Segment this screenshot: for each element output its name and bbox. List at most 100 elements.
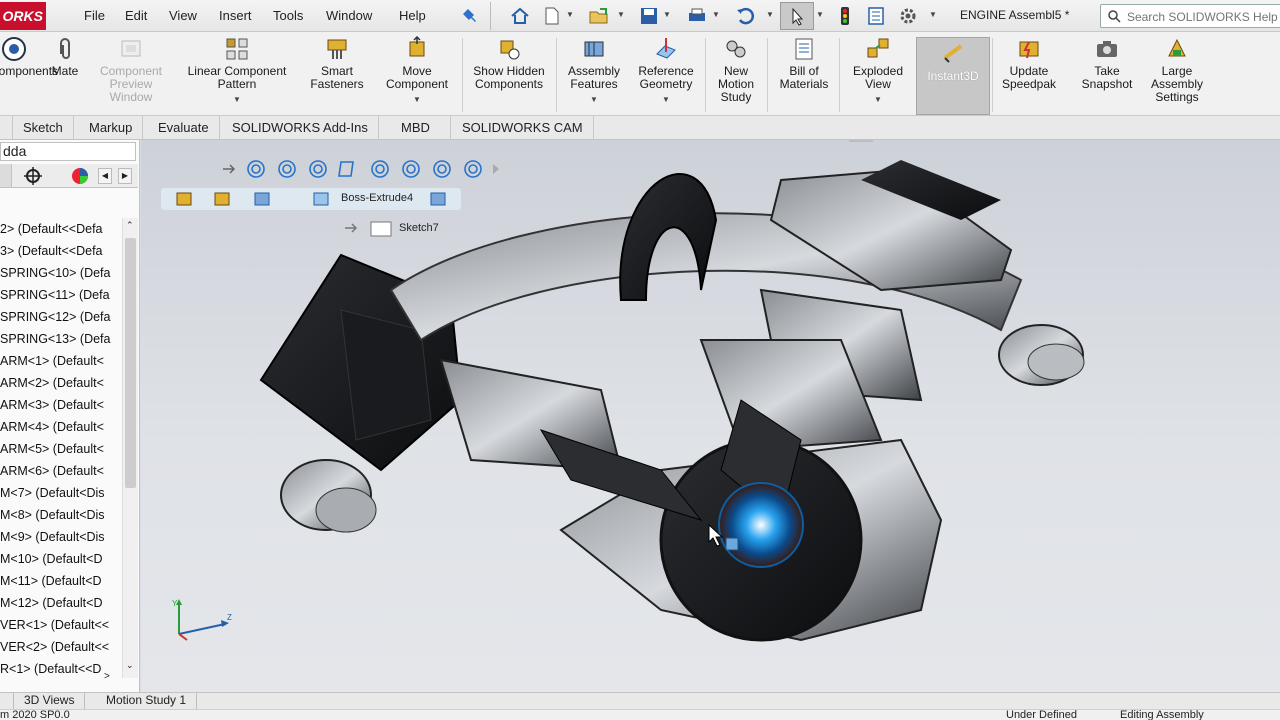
tree-item[interactable]: VER<2> (Default<< bbox=[0, 636, 122, 658]
tree-item[interactable]: ARM<6> (Default< bbox=[0, 460, 122, 482]
tab-model[interactable] bbox=[0, 693, 14, 709]
new-motion-study-button[interactable]: New Motion Study bbox=[708, 36, 764, 104]
chevron-up-icon[interactable]: ⌃ bbox=[126, 220, 134, 231]
tree-filter-input[interactable]: dda bbox=[0, 142, 136, 161]
component-preview-window-button[interactable]: Component Preview Window bbox=[92, 36, 170, 104]
tree-item[interactable]: M<7> (Default<Dis bbox=[0, 482, 122, 504]
smart-fasteners-button[interactable]: Smart Fasteners bbox=[310, 36, 364, 91]
expand-arrow-icon[interactable]: > bbox=[104, 671, 110, 682]
fastener-icon bbox=[327, 39, 347, 59]
rebuild-icon[interactable] bbox=[834, 5, 856, 27]
tree-item[interactable]: ARM<2> (Default< bbox=[0, 372, 122, 394]
appearance-icon[interactable] bbox=[70, 166, 90, 186]
tree-item[interactable]: ARM<5> (Default< bbox=[0, 438, 122, 460]
engine-assembly-model[interactable] bbox=[141, 140, 1280, 692]
cursor-icon bbox=[792, 7, 804, 26]
tree-item[interactable]: M<11> (Default<D bbox=[0, 570, 122, 592]
chevron-down-icon[interactable]: ▼ bbox=[631, 93, 701, 106]
exploded-view-button[interactable]: Exploded View ▼ bbox=[843, 36, 913, 106]
menu-edit[interactable]: Edit bbox=[125, 8, 147, 23]
tree-scrollbar[interactable]: ⌃ ⌄ bbox=[122, 218, 138, 678]
graphics-area[interactable]: Boss-Extrude4 Sketch7 Y Z bbox=[141, 140, 1280, 692]
tab-feature-manager[interactable] bbox=[0, 164, 12, 187]
menu-window[interactable]: Window bbox=[326, 8, 372, 23]
chevron-down-icon[interactable]: ▼ bbox=[617, 10, 625, 20]
bill-of-materials-button[interactable]: Bill of Materials bbox=[772, 36, 836, 91]
chevron-down-icon[interactable]: ▼ bbox=[929, 10, 937, 20]
camera-icon bbox=[1097, 41, 1117, 57]
chevron-down-icon[interactable]: ▼ bbox=[176, 93, 298, 106]
chevron-down-icon[interactable]: ⌄ bbox=[126, 660, 134, 671]
take-snapshot-label: Take Snapshot bbox=[1081, 64, 1133, 91]
chevron-down-icon[interactable]: ▼ bbox=[843, 93, 913, 106]
menu-view[interactable]: View bbox=[169, 8, 197, 23]
large-assembly-settings-button[interactable]: Large Assembly Settings bbox=[1142, 36, 1212, 104]
instant3d-button[interactable]: Instant3D bbox=[916, 37, 990, 115]
chevron-down-icon[interactable]: ▼ bbox=[712, 10, 720, 20]
gear-icon[interactable] bbox=[897, 5, 919, 27]
home-icon[interactable] bbox=[509, 5, 531, 27]
chevron-down-icon[interactable]: ▼ bbox=[663, 10, 671, 20]
menu-insert[interactable]: Insert bbox=[219, 8, 252, 23]
mate-button[interactable]: Mate bbox=[46, 36, 84, 78]
reference-geometry-label: Reference Geometry bbox=[638, 64, 694, 91]
chevron-down-icon[interactable]: ▼ bbox=[374, 93, 460, 106]
menu-tools[interactable]: Tools bbox=[273, 8, 303, 23]
chevron-down-icon[interactable]: ▼ bbox=[766, 10, 774, 20]
tab-markup[interactable]: Markup bbox=[79, 116, 144, 139]
svg-text:Z: Z bbox=[227, 613, 232, 622]
chevron-down-icon[interactable]: ▼ bbox=[566, 10, 574, 20]
menu-help[interactable]: Help bbox=[399, 8, 426, 23]
move-component-button[interactable]: Move Component ▼ bbox=[374, 36, 460, 106]
show-hidden-components-button[interactable]: Show Hidden Components bbox=[467, 36, 551, 91]
tree-item[interactable]: VER<1> (Default<< bbox=[0, 614, 122, 636]
tab-evaluate[interactable]: Evaluate bbox=[148, 116, 220, 139]
undo-icon[interactable] bbox=[734, 5, 756, 27]
tree-item[interactable]: SPRING<13> (Defa bbox=[0, 328, 122, 350]
tree-scrollbar-thumb[interactable] bbox=[125, 238, 136, 488]
select-tool-button[interactable] bbox=[780, 2, 814, 30]
crosshair-icon[interactable] bbox=[22, 167, 44, 185]
tree-item[interactable]: M<9> (Default<Dis bbox=[0, 526, 122, 548]
tree-item[interactable]: M<10> (Default<D bbox=[0, 548, 122, 570]
menu-file[interactable]: File bbox=[84, 8, 105, 23]
tab-solidworks-cam[interactable]: SOLIDWORKS CAM bbox=[452, 116, 594, 139]
tree-item[interactable]: ARM<1> (Default< bbox=[0, 350, 122, 372]
open-folder-icon[interactable] bbox=[588, 5, 610, 27]
tree-item[interactable]: SPRING<10> (Defa bbox=[0, 262, 122, 284]
search-icon bbox=[1108, 10, 1121, 23]
pin-icon[interactable] bbox=[460, 5, 482, 27]
tree-item[interactable]: SPRING<11> (Defa bbox=[0, 284, 122, 306]
tree-item[interactable]: SPRING<12> (Defa bbox=[0, 306, 122, 328]
tab-sketch[interactable]: Sketch bbox=[13, 116, 74, 139]
reference-geometry-button[interactable]: Reference Geometry ▼ bbox=[631, 36, 701, 106]
instant3d-label: Instant3D bbox=[927, 69, 979, 83]
search-box[interactable] bbox=[1100, 4, 1280, 28]
tree-item[interactable]: M<8> (Default<Dis bbox=[0, 504, 122, 526]
tab-assembly[interactable] bbox=[0, 116, 13, 139]
tab-motion-study-1[interactable]: Motion Study 1 bbox=[96, 693, 198, 709]
tree-item[interactable]: ARM<4> (Default< bbox=[0, 416, 122, 438]
chevron-down-icon[interactable]: ▼ bbox=[560, 93, 628, 106]
new-document-icon[interactable] bbox=[541, 5, 563, 27]
tab-solidworks-add-ins[interactable]: SOLIDWORKS Add-Ins bbox=[222, 116, 379, 139]
tab-mbd[interactable]: MBD bbox=[391, 116, 451, 139]
tree-item[interactable]: M<12> (Default<D bbox=[0, 592, 122, 614]
instant3d-icon bbox=[943, 44, 963, 63]
update-speedpak-button[interactable]: Update Speedpak bbox=[996, 36, 1062, 91]
tab-3d-views[interactable]: 3D Views bbox=[14, 693, 86, 709]
file-properties-icon[interactable] bbox=[865, 5, 887, 27]
save-icon[interactable] bbox=[638, 5, 660, 27]
linear-component-pattern-button[interactable]: Linear Component Pattern ▼ bbox=[176, 36, 298, 106]
search-input[interactable] bbox=[1127, 8, 1280, 25]
assembly-features-button[interactable]: Assembly Features ▼ bbox=[560, 36, 628, 106]
components-button[interactable]: Components bbox=[0, 36, 58, 78]
take-snapshot-button[interactable]: Take Snapshot bbox=[1072, 36, 1142, 91]
print-icon[interactable] bbox=[686, 5, 708, 27]
scroll-left-button[interactable]: ◀ bbox=[98, 168, 112, 184]
tree-item[interactable]: 3> (Default<<Defa bbox=[0, 240, 122, 262]
tree-item[interactable]: 2> (Default<<Defa bbox=[0, 218, 122, 240]
chevron-down-icon[interactable]: ▼ bbox=[816, 10, 824, 20]
tree-item[interactable]: ARM<3> (Default< bbox=[0, 394, 122, 416]
scroll-right-button[interactable]: ▶ bbox=[118, 168, 132, 184]
